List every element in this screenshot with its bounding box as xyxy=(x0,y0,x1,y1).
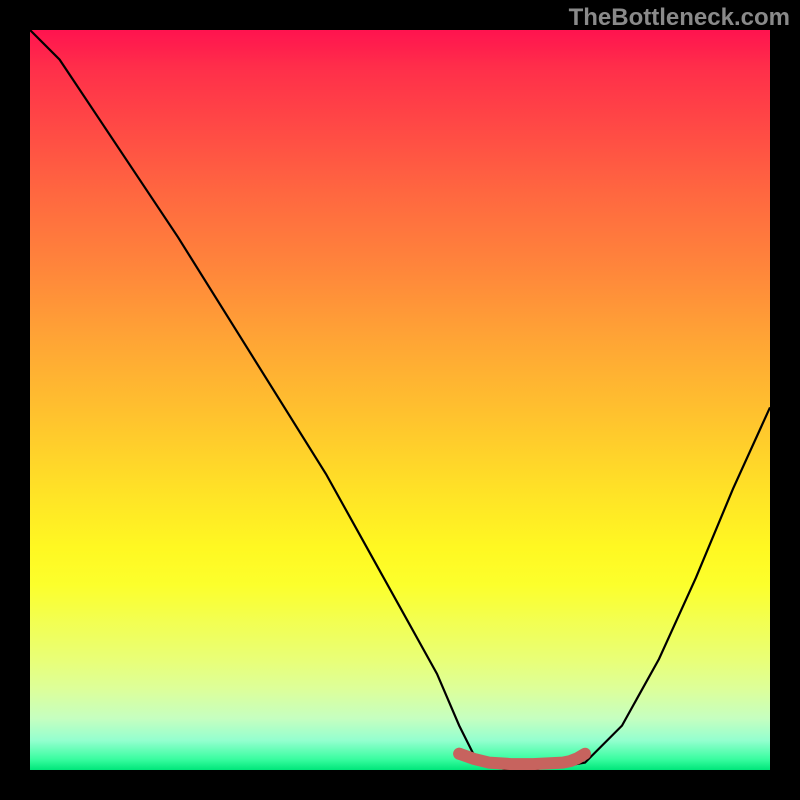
optimal-start-dot xyxy=(453,748,465,760)
watermark-text: TheBottleneck.com xyxy=(569,4,790,32)
bottleneck-curve xyxy=(30,30,770,770)
chart-container: TheBottleneck.com xyxy=(0,0,800,800)
chart-svg xyxy=(30,30,770,770)
optimal-range-marker xyxy=(459,754,585,764)
